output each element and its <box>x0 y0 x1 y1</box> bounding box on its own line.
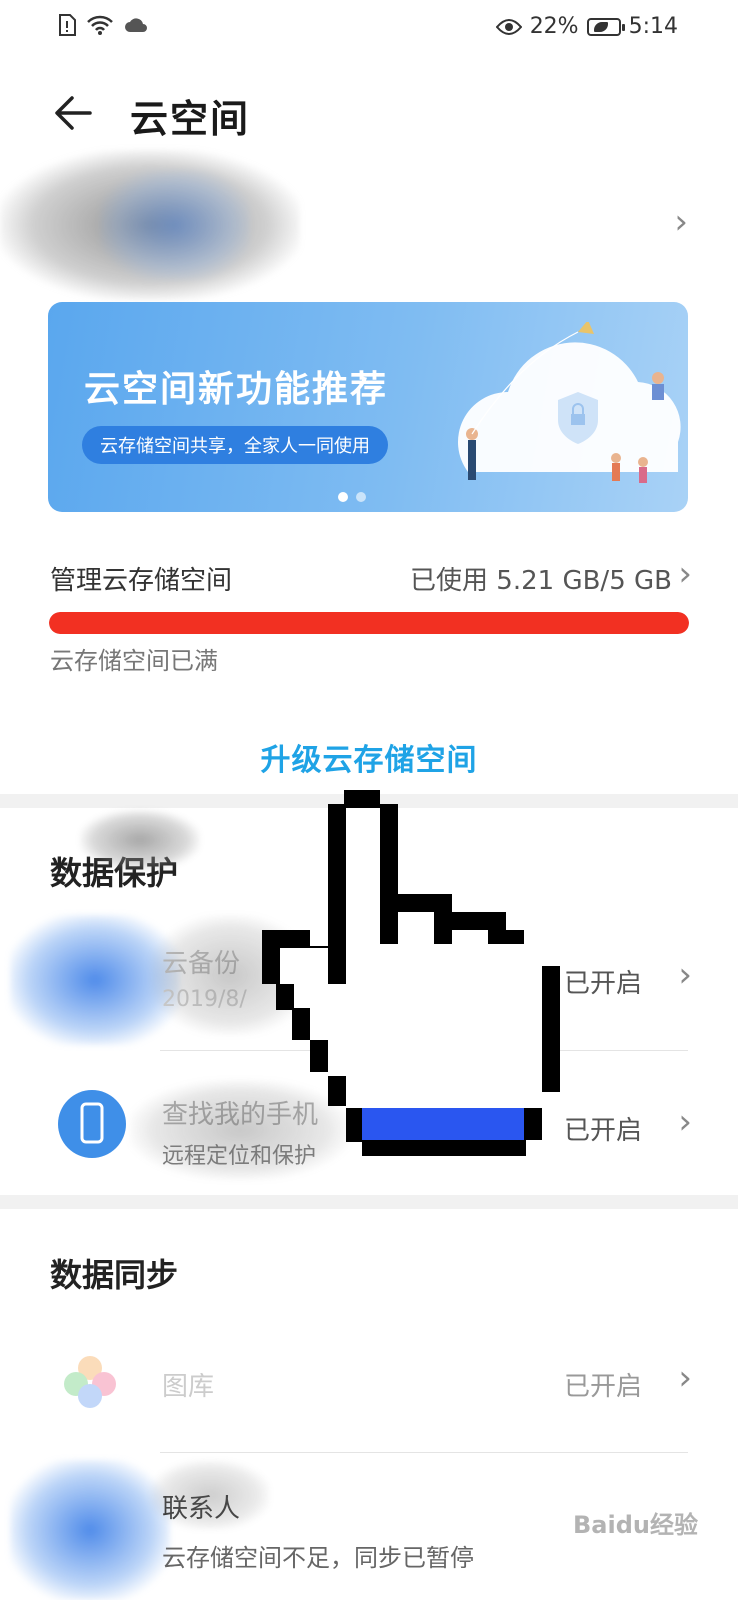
backup-status: 已开启 <box>563 969 642 999</box>
gallery-chevron-icon: › <box>678 1358 692 1398</box>
status-bar: 22% 5:14 <box>0 0 738 56</box>
gallery-title: 图库 <box>162 1372 215 1402</box>
redacted-scribble <box>80 810 200 870</box>
list-item-gallery[interactable]: 图库 已开启 › <box>0 1330 738 1440</box>
storage-usage[interactable]: 已使用 5.21 GB/5 GB <box>410 560 672 597</box>
section-divider <box>0 1195 738 1209</box>
row-divider <box>160 1452 688 1453</box>
hand-pointer-icon <box>262 790 560 1156</box>
contacts-icon <box>10 1460 170 1600</box>
pager-dot <box>356 492 366 502</box>
account-chevron-icon: › <box>674 202 688 242</box>
sim-alert-icon <box>59 14 76 36</box>
banner-title: 云空间新功能推荐 <box>84 369 389 410</box>
pager-dot <box>338 492 348 502</box>
battery-icon <box>586 17 625 36</box>
find-phone-status: 已开启 <box>563 1116 642 1146</box>
eye-icon <box>495 18 522 35</box>
clock: 5:14 <box>628 14 678 39</box>
storage-chevron-icon[interactable]: › <box>678 554 692 594</box>
contacts-subtitle: 云存储空间不足，同步已暂停 <box>162 1544 474 1572</box>
battery-percent: 22% <box>529 14 579 39</box>
backup-chevron-icon: › <box>678 955 692 995</box>
storage-progress-fill <box>49 612 689 634</box>
storage-progress-bar <box>49 612 689 634</box>
manage-storage-label[interactable]: 管理云存储空间 <box>50 560 232 597</box>
banner-pager <box>338 492 366 502</box>
account-row[interactable]: › <box>0 150 738 300</box>
gallery-status: 已开启 <box>563 1372 642 1402</box>
baidu-watermark: Baidu经验 <box>573 1511 698 1539</box>
find-phone-chevron-icon: › <box>678 1102 692 1142</box>
back-button[interactable] <box>48 86 102 140</box>
wifi-icon <box>87 15 113 35</box>
page-title: 云空间 <box>130 97 251 141</box>
redacted-text <box>150 1460 270 1530</box>
status-left-icons <box>58 14 148 36</box>
promo-banner[interactable]: 云空间新功能推荐 云存储空间共享，全家人一同使用 <box>48 302 688 512</box>
data-sync-title: 数据同步 <box>50 1256 179 1294</box>
redacted-account <box>100 170 250 280</box>
cloud-illustration-icon <box>458 322 681 483</box>
banner-subtitle-pill: 云存储空间共享，全家人一同使用 <box>82 426 388 464</box>
gallery-icon <box>64 1356 116 1408</box>
cloud-icon <box>125 18 147 32</box>
storage-status: 云存储空间已满 <box>50 647 218 675</box>
phone-icon <box>58 1090 126 1158</box>
status-right: 22% 5:14 <box>495 14 678 39</box>
upgrade-storage-button[interactable]: 升级云存储空间 <box>0 735 738 779</box>
